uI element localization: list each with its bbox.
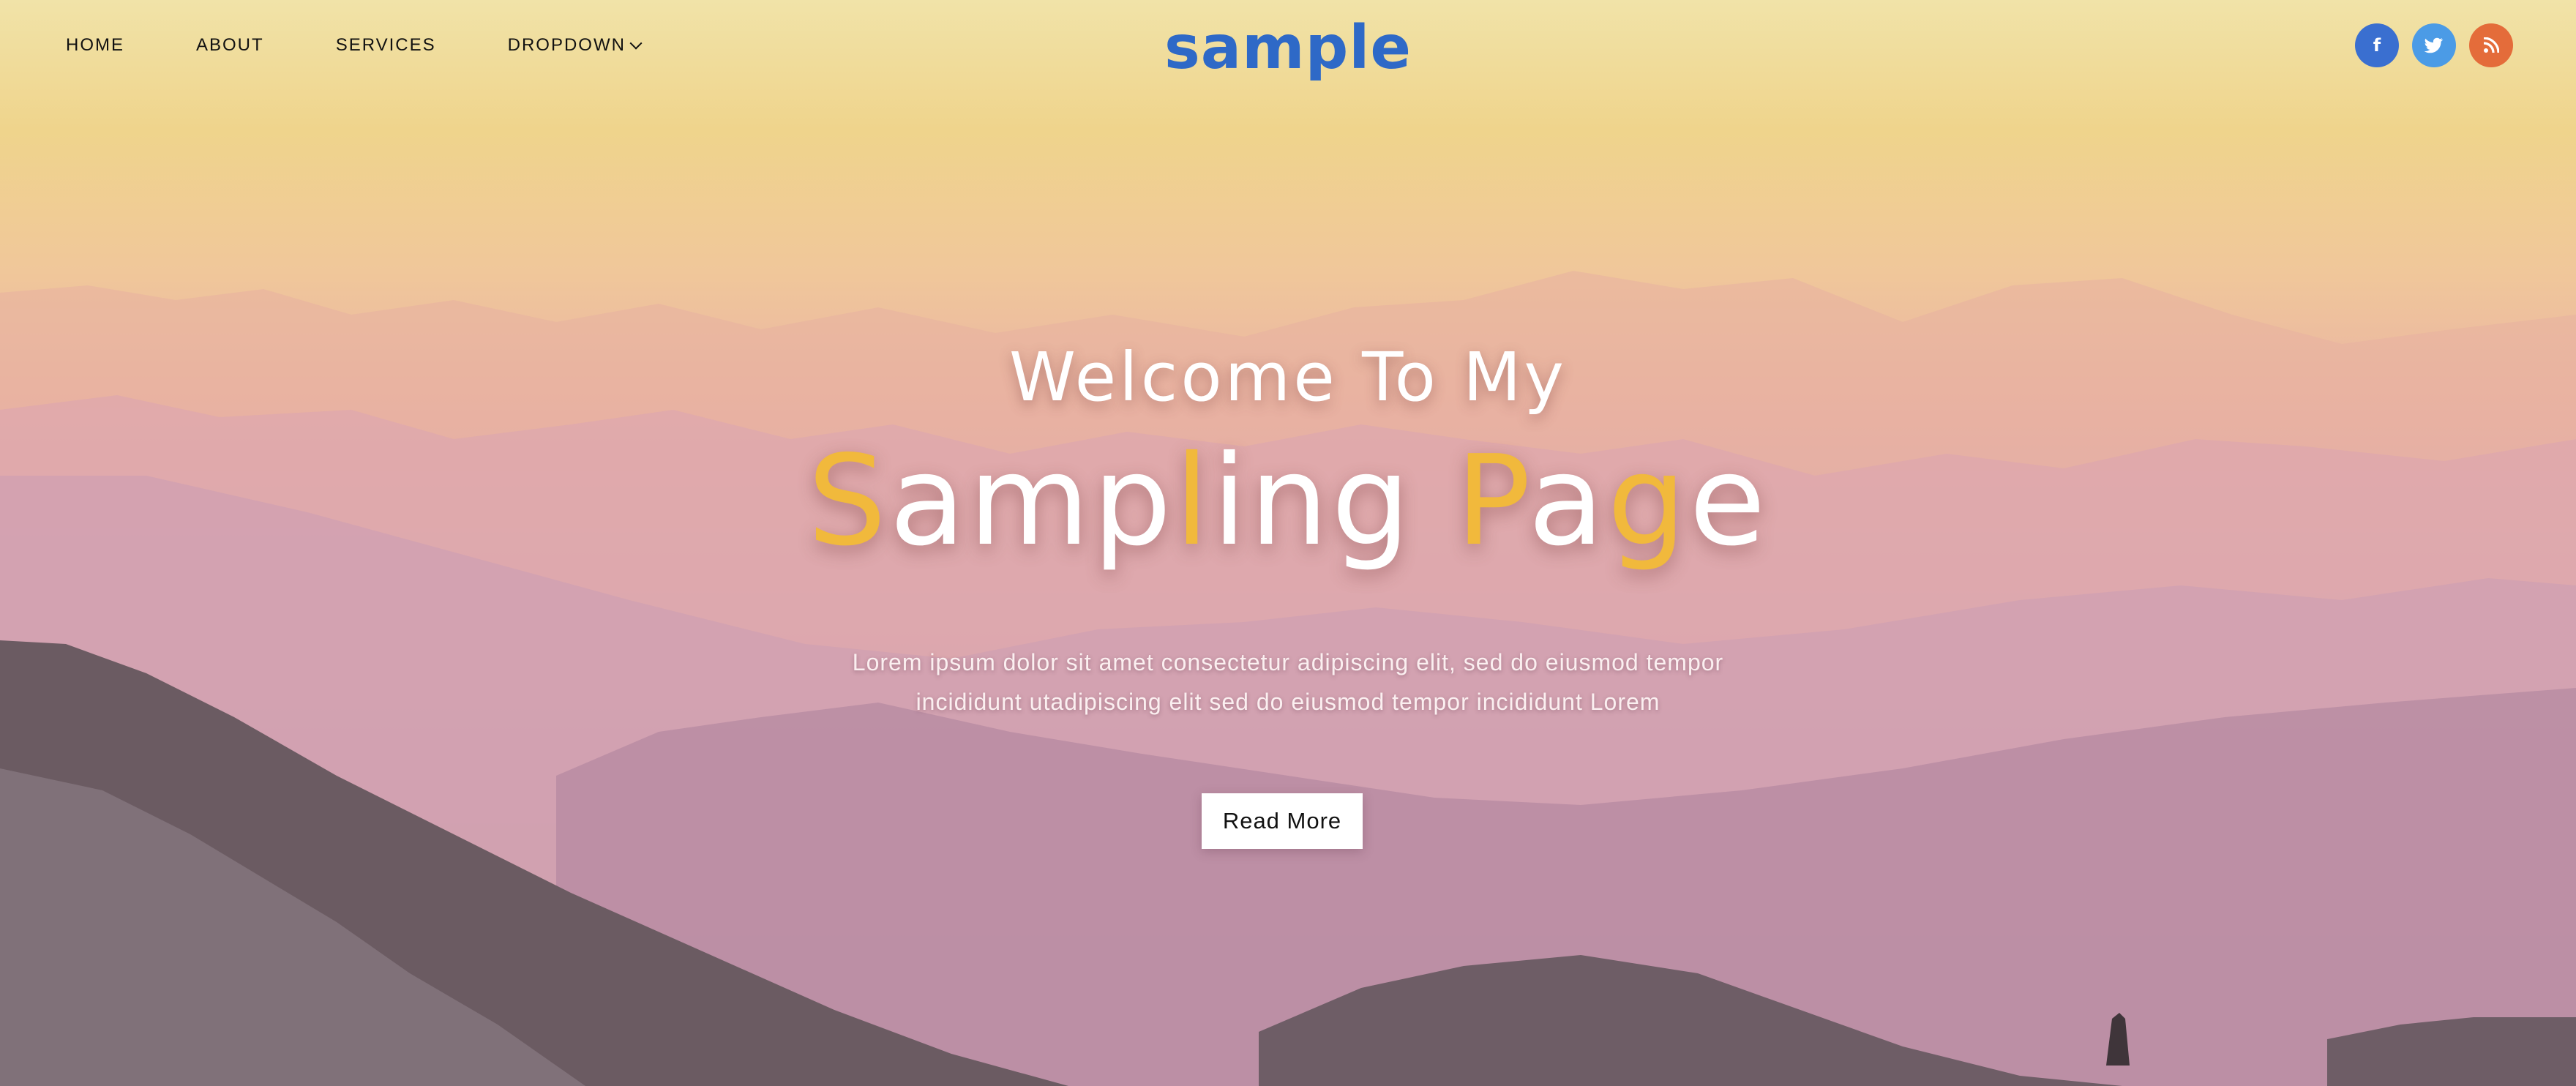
hero-headline: Sampling Page bbox=[0, 439, 2576, 563]
headline-part: ing bbox=[1212, 429, 1456, 574]
hero-description-line-2: incididunt utadipiscing elit sed do eius… bbox=[916, 689, 1660, 715]
hero-description-line-1: Lorem ipsum dolor sit amet consectetur a… bbox=[852, 649, 1724, 675]
read-more-button[interactable]: Read More bbox=[1202, 793, 1363, 849]
headline-part: e bbox=[1689, 429, 1769, 574]
twitter-icon[interactable] bbox=[2412, 23, 2456, 67]
hero-welcome: Welcome To My bbox=[1009, 338, 1567, 416]
site-logo[interactable]: sample bbox=[0, 13, 2576, 83]
hero-section: HOME ABOUT SERVICES DROPDOWN sample f We… bbox=[0, 0, 2576, 1086]
headline-part: g bbox=[1607, 429, 1690, 574]
headline-part: P bbox=[1456, 429, 1528, 574]
headline-part: S bbox=[807, 429, 890, 574]
headline-part: l bbox=[1174, 429, 1213, 574]
rss-glyph-icon bbox=[2483, 37, 2499, 53]
headline-part: a bbox=[1527, 429, 1608, 574]
rss-icon[interactable] bbox=[2469, 23, 2513, 67]
headline-part: amp bbox=[889, 429, 1175, 574]
twitter-bird-icon bbox=[2425, 37, 2444, 53]
facebook-icon[interactable]: f bbox=[2355, 23, 2399, 67]
hero-description: Lorem ipsum dolor sit amet consectetur a… bbox=[0, 643, 2576, 722]
social-links: f bbox=[2355, 23, 2513, 67]
